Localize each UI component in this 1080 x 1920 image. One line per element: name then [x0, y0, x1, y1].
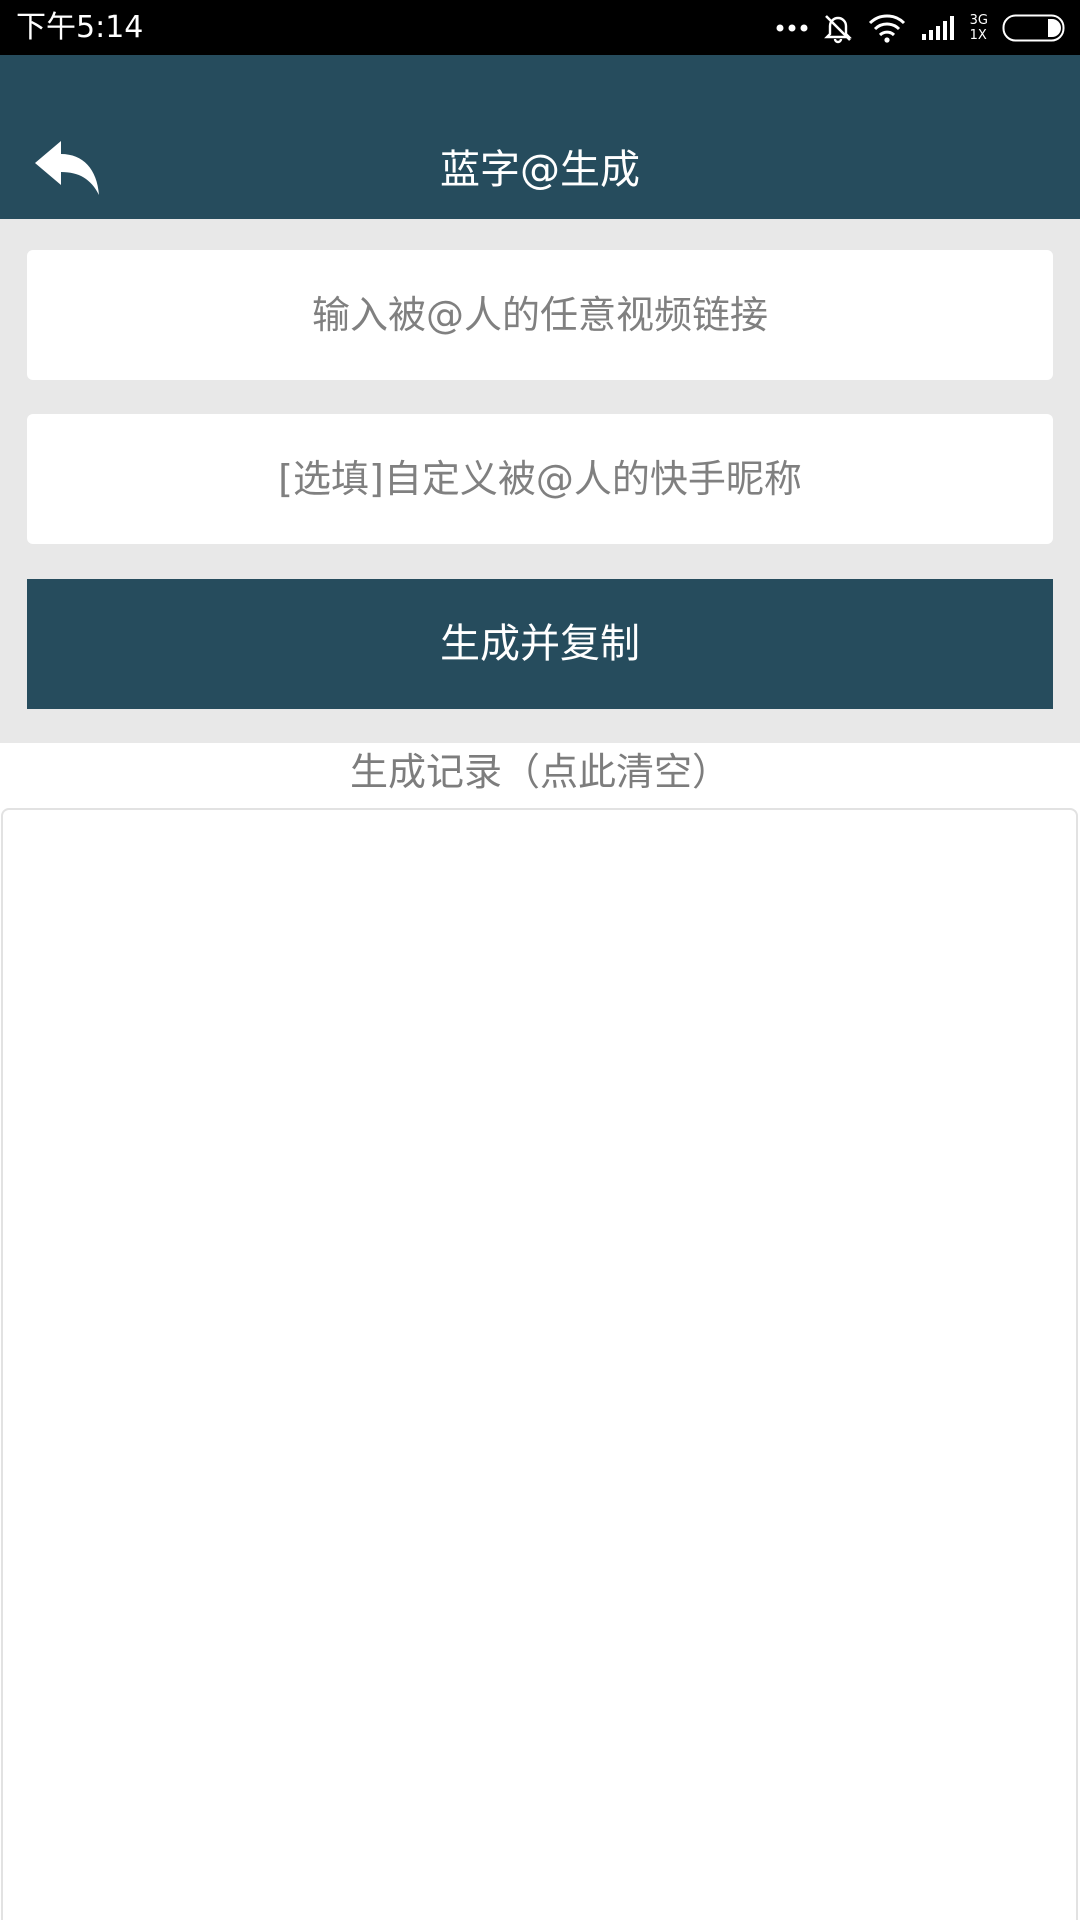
network-type-label: 3G 1X: [969, 13, 988, 43]
muted-bell-icon: [823, 15, 852, 44]
video-link-input[interactable]: [27, 250, 1053, 380]
signal-bars-icon: [921, 16, 954, 40]
status-icons: 3G 1X: [776, 10, 1068, 46]
battery-icon: [1002, 14, 1065, 42]
status-time: 下午5:14: [16, 10, 144, 45]
form-area: 生成并复制: [0, 219, 1080, 743]
status-bar: 下午5:14 3G 1X: [0, 0, 1080, 55]
page-title: 蓝字@生成: [440, 147, 640, 193]
generate-copy-button[interactable]: 生成并复制: [27, 579, 1053, 709]
nickname-input[interactable]: [27, 414, 1053, 544]
app-header: 蓝字@生成: [0, 55, 1080, 219]
more-dots-icon: [776, 24, 808, 32]
history-clear-heading[interactable]: 生成记录（点此清空）: [0, 743, 1080, 807]
wifi-icon: [868, 14, 905, 43]
history-list[interactable]: [1, 808, 1078, 1920]
